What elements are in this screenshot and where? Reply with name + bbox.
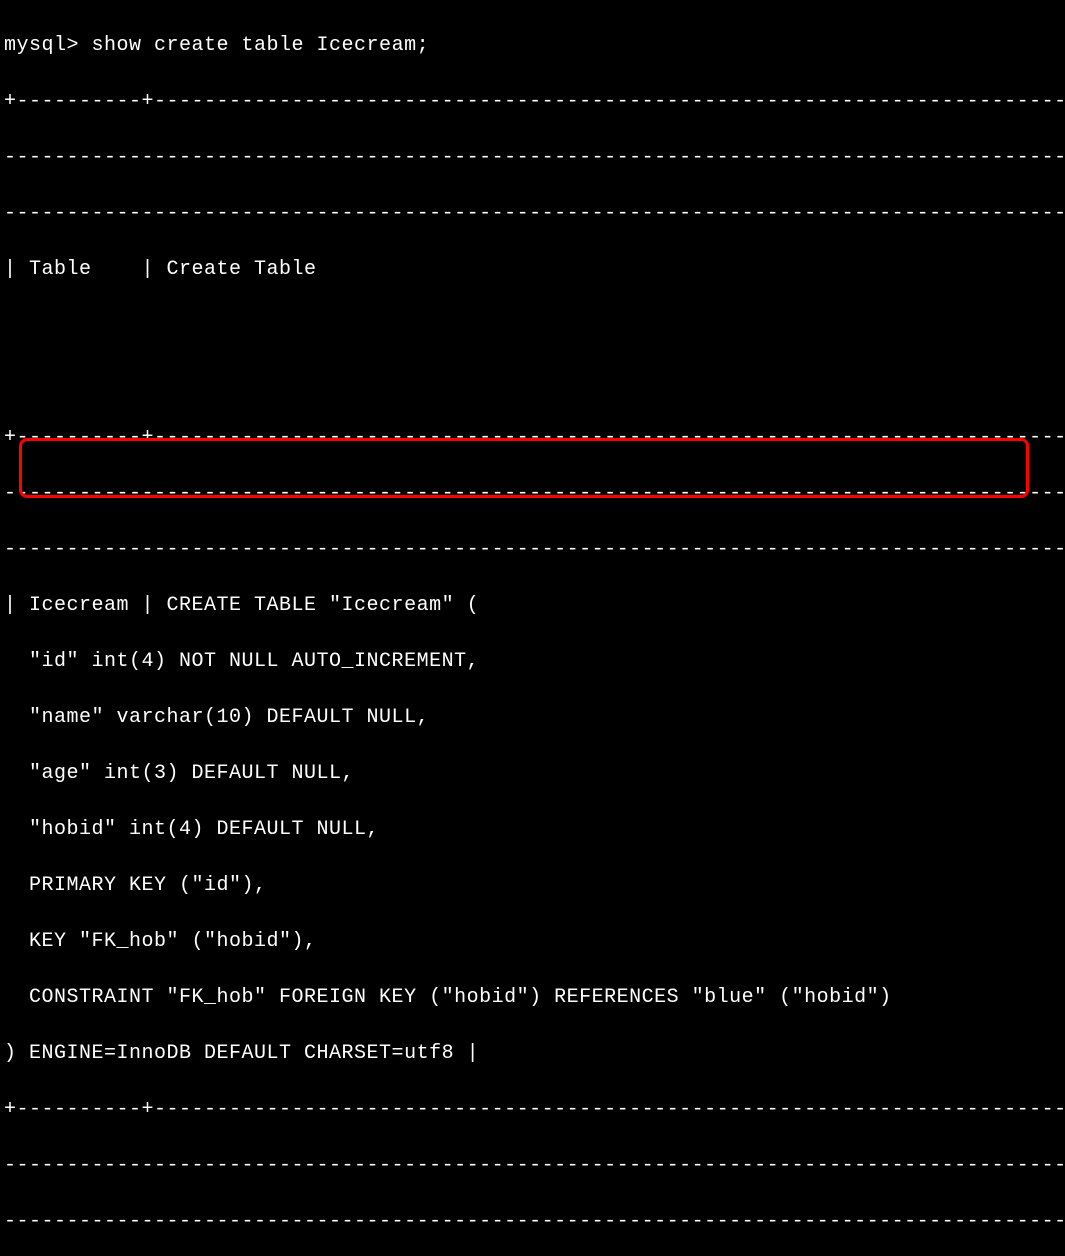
terminal-output: mysql> show create table Icecream; +----… [4, 4, 1061, 1256]
engine-charset: ) ENGINE=InnoDB DEFAULT CHARSET=utf8 | [4, 1040, 1061, 1068]
table-header: | Table | Create Table [4, 256, 1061, 284]
column-name: "name" varchar(10) DEFAULT NULL, [4, 704, 1061, 732]
mysql-prompt: mysql> [4, 34, 92, 57]
table-border-bottom: +----------+----------------------------… [4, 1096, 1061, 1124]
blank-line [4, 312, 1061, 340]
table-border-cont: ----------------------------------------… [4, 480, 1061, 508]
table-border-end: ----------------------------------------… [4, 1208, 1061, 1236]
table-border-mid: +----------+----------------------------… [4, 424, 1061, 452]
table-border-end: ----------------------------------------… [4, 536, 1061, 564]
create-table-start: | Icecream | CREATE TABLE "Icecream" ( [4, 592, 1061, 620]
table-border-cont: ----------------------------------------… [4, 144, 1061, 172]
table-border-end: ----------------------------------------… [4, 200, 1061, 228]
table-border-cont: ----------------------------------------… [4, 1152, 1061, 1180]
constraint-fk-def: CONSTRAINT "FK_hob" FOREIGN KEY ("hobid"… [4, 984, 1061, 1012]
sql-command: show create table Icecream; [92, 34, 430, 57]
table-border-top: +----------+----------------------------… [4, 88, 1061, 116]
column-hobid: "hobid" int(4) DEFAULT NULL, [4, 816, 1061, 844]
command-line: mysql> show create table Icecream; [4, 32, 1061, 60]
column-age: "age" int(3) DEFAULT NULL, [4, 760, 1061, 788]
blank-line [4, 368, 1061, 396]
column-id: "id" int(4) NOT NULL AUTO_INCREMENT, [4, 648, 1061, 676]
key-fk-def: KEY "FK_hob" ("hobid"), [4, 928, 1061, 956]
primary-key-def: PRIMARY KEY ("id"), [4, 872, 1061, 900]
